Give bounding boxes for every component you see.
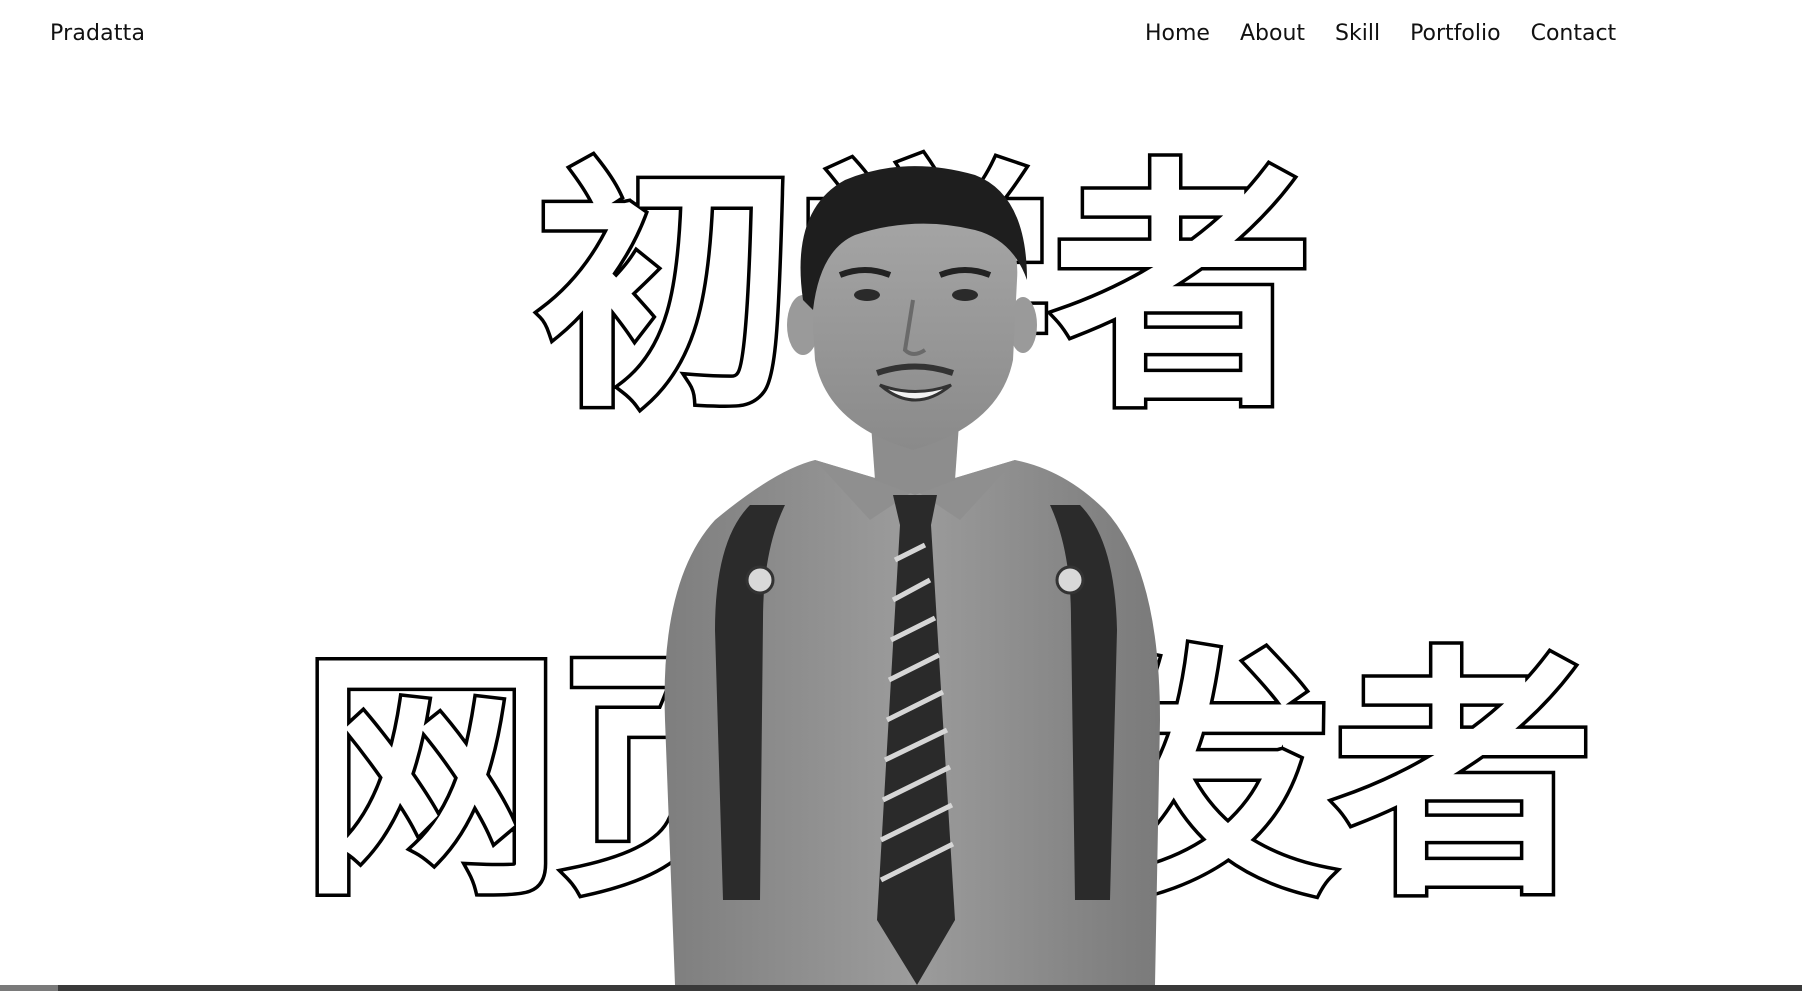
nav-portfolio-link[interactable]: Portfolio <box>1410 21 1501 46</box>
nav-about-link[interactable]: About <box>1240 21 1305 46</box>
horizontal-scrollbar[interactable] <box>0 985 1802 991</box>
brand-logo[interactable]: Pradatta <box>50 21 145 46</box>
top-navbar: Pradatta Home About Skill Portfolio Cont… <box>0 0 1802 74</box>
nav-home-link[interactable]: Home <box>1145 21 1210 46</box>
portrait-photo <box>664 166 1160 985</box>
hero-section: 初学者 网页开发者 <box>0 0 1802 985</box>
nav-links: Home About Skill Portfolio Contact <box>1145 21 1616 46</box>
scrollbar-thumb[interactable] <box>0 985 58 991</box>
nav-skill-link[interactable]: Skill <box>1335 21 1380 46</box>
nav-contact-link[interactable]: Contact <box>1531 21 1617 46</box>
